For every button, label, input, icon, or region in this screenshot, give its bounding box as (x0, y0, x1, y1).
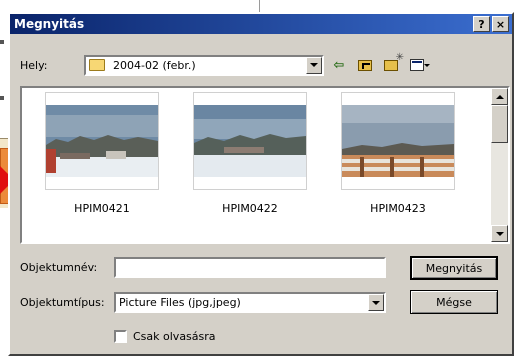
filetype-dropdown-arrow[interactable] (368, 294, 384, 311)
photo-thumbnail (46, 105, 158, 177)
scroll-up-button[interactable] (491, 88, 508, 105)
readonly-checkbox[interactable] (114, 330, 127, 343)
location-row: Hely: 2004-02 (febr.) ⇦ (20, 52, 430, 76)
open-button[interactable]: Megnyitás (410, 256, 498, 280)
photo-thumbnail (342, 105, 454, 177)
filename-input[interactable] (114, 257, 386, 278)
close-button[interactable]: × (492, 16, 509, 32)
new-folder-icon (384, 52, 404, 71)
readonly-row: Csak olvasásra (114, 330, 216, 343)
back-button[interactable]: ⇦ (328, 55, 350, 75)
location-dropdown[interactable]: 2004-02 (febr.) (84, 54, 324, 76)
view-menu-icon (410, 59, 430, 71)
chevron-down-icon (372, 300, 380, 305)
open-dialog: Megnyitás ? × Hely: 2004-02 (febr.) ⇦ ✳ … (8, 12, 514, 356)
dialog-title: Megnyitás (14, 17, 85, 31)
filetype-row: Objektumtípus: Picture Files (jpg,jpeg) (20, 292, 386, 313)
filetype-label: Objektumtípus: (20, 296, 105, 309)
scroll-thumb[interactable] (491, 105, 508, 143)
filetype-dropdown[interactable]: Picture Files (jpg,jpeg) (114, 292, 386, 313)
thumbnail-frame (341, 92, 455, 190)
photo-thumbnail (194, 105, 306, 177)
back-arrow-icon: ⇦ (333, 57, 345, 73)
background-mark (0, 96, 4, 100)
file-item[interactable]: HPIM0423 (324, 92, 472, 215)
chevron-up-icon (495, 94, 504, 99)
up-folder-icon (358, 59, 372, 71)
filetype-value: Picture Files (jpg,jpeg) (119, 296, 241, 309)
scroll-down-button[interactable] (491, 225, 508, 242)
file-item[interactable]: HPIM0422 (176, 92, 324, 215)
thumbnail-grid: HPIM0421 HPIM0422 HPIM0423 (28, 92, 472, 215)
filename-label: Objektumnév: (20, 261, 98, 274)
thumbnail-frame (45, 92, 159, 190)
background-mark (0, 40, 4, 44)
location-value: 2004-02 (febr.) (113, 58, 196, 72)
file-name: HPIM0421 (74, 202, 130, 215)
location-label: Hely: (20, 58, 48, 72)
title-bar: Megnyitás ? × (10, 14, 512, 34)
file-name: HPIM0422 (222, 202, 278, 215)
view-menu-button[interactable] (406, 55, 430, 75)
filename-row: Objektumnév: (20, 257, 386, 278)
help-button[interactable]: ? (473, 16, 490, 32)
background-divider (259, 0, 260, 12)
folder-icon (89, 59, 105, 71)
location-dropdown-arrow[interactable] (306, 56, 322, 74)
file-item[interactable]: HPIM0421 (28, 92, 176, 215)
up-one-level-button[interactable] (354, 55, 376, 75)
chevron-down-icon (310, 63, 318, 67)
readonly-label: Csak olvasásra (133, 330, 216, 343)
vertical-scrollbar[interactable] (491, 88, 508, 242)
file-name: HPIM0423 (370, 202, 426, 215)
cancel-button[interactable]: Mégse (410, 290, 498, 314)
new-folder-button[interactable] (380, 52, 404, 75)
chevron-down-icon (495, 231, 504, 236)
file-list[interactable]: HPIM0421 HPIM0422 HPIM0423 (20, 86, 510, 244)
thumbnail-frame (193, 92, 307, 190)
